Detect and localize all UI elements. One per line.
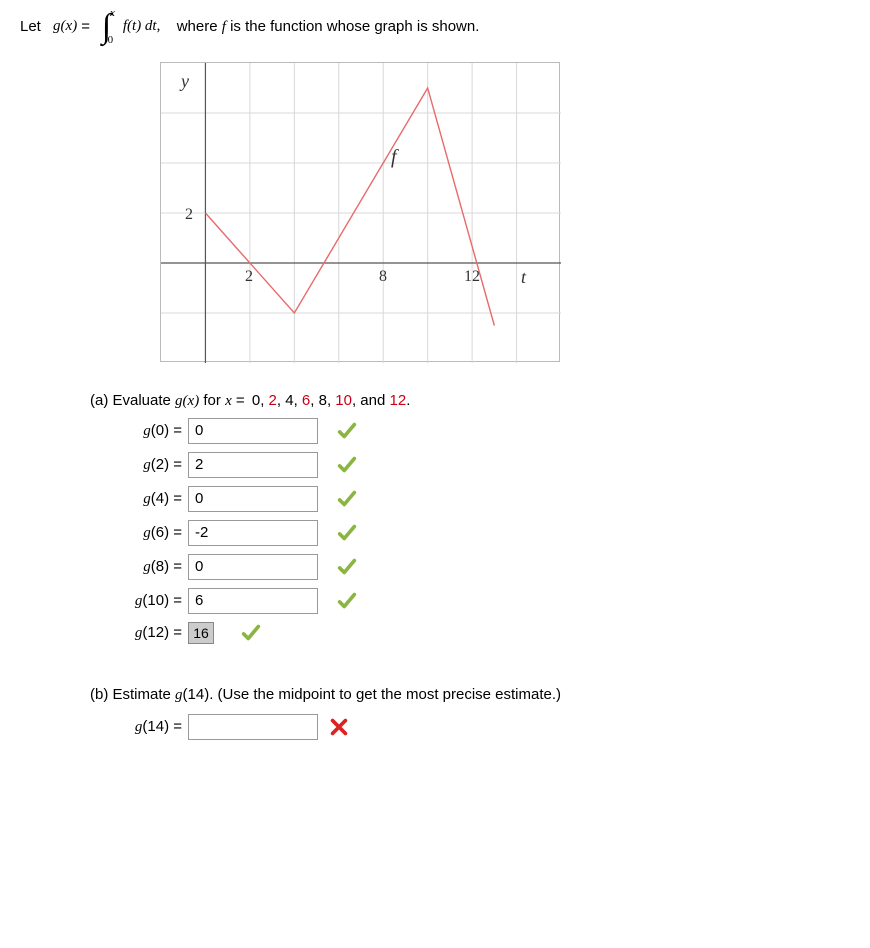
integrand: f(t) dt, <box>123 18 161 35</box>
answer-input[interactable] <box>188 486 318 512</box>
answer-label: g(10) = <box>110 592 182 610</box>
part-b-text: (b) Estimate g(14). (Use the midpoint to… <box>90 686 561 703</box>
check-icon <box>336 556 358 578</box>
part-b-prompt: (b) Estimate g(14). (Use the midpoint to… <box>90 686 850 704</box>
t-axis-label: t <box>521 267 527 287</box>
answer-label: g(8) = <box>110 558 182 576</box>
f-label: f <box>391 146 399 168</box>
prompt-lead: Let <box>20 18 41 35</box>
answer-row: g(2) = <box>110 452 850 478</box>
graph-container: y 2 2 8 12 t f <box>160 62 850 362</box>
answer-label-g12: g(12) = <box>110 624 182 642</box>
part-a-for: for <box>203 392 225 409</box>
answer-label: g(6) = <box>110 524 182 542</box>
answer-label: g(2) = <box>110 456 182 474</box>
static-answer-g12: 16 <box>188 622 214 644</box>
answer-row-g14: g(14) = <box>110 714 850 740</box>
answer-row-g12: g(12) = 16 <box>110 622 850 644</box>
answer-label: g(0) = <box>110 422 182 440</box>
answer-row: g(10) = <box>110 588 850 614</box>
answer-input[interactable] <box>188 452 318 478</box>
answer-row: g(8) = <box>110 554 850 580</box>
prompt-gx: g(x) <box>53 18 77 35</box>
answer-label: g(4) = <box>110 490 182 508</box>
integral-lower: 0 <box>108 37 114 44</box>
check-icon <box>336 590 358 612</box>
x-tick-2: 2 <box>245 268 253 285</box>
answer-input-g14[interactable] <box>188 714 318 740</box>
y-axis-label: y <box>179 71 189 91</box>
part-a-gx: g(x) <box>175 393 199 409</box>
function-graph: y 2 2 8 12 t f <box>160 62 560 362</box>
function-curve <box>205 88 494 326</box>
answer-input[interactable] <box>188 418 318 444</box>
answers-list: g(0) = g(2) = g(4) = g(6) = g(8) = g(10) = <box>20 418 850 614</box>
check-icon <box>336 454 358 476</box>
check-icon <box>336 420 358 442</box>
x-tick-8: 8 <box>379 268 387 285</box>
answer-input[interactable] <box>188 588 318 614</box>
integral-symbol: x ∫ 0 <box>98 10 115 44</box>
part-a-prompt: (a) Evaluate g(x) for x = 0, 2, 4, 6, 8,… <box>90 392 850 410</box>
answer-row: g(6) = <box>110 520 850 546</box>
problem-prompt: Let g(x) = x ∫ 0 f(t) dt, where f is the… <box>20 10 850 44</box>
x-tick-12: 12 <box>464 268 480 285</box>
check-icon <box>336 488 358 510</box>
check-icon <box>336 522 358 544</box>
part-a-xeq: x <box>225 393 232 409</box>
y-tick-2: 2 <box>185 206 193 223</box>
part-a-lead: (a) Evaluate <box>90 392 175 409</box>
answer-label-g14: g(14) = <box>110 718 182 736</box>
prompt-tail: where f is the function whose graph is s… <box>177 18 480 36</box>
answer-input[interactable] <box>188 554 318 580</box>
check-icon <box>240 622 262 644</box>
answer-input[interactable] <box>188 520 318 546</box>
answer-row: g(4) = <box>110 486 850 512</box>
cross-icon <box>328 716 350 738</box>
prompt-equals: = <box>81 18 90 35</box>
answer-row: g(0) = <box>110 418 850 444</box>
graph-svg: y 2 2 8 12 t f <box>161 63 561 363</box>
part-a-vals: 0, 2, 4, 6, 8, 10, and 12. <box>252 392 411 409</box>
